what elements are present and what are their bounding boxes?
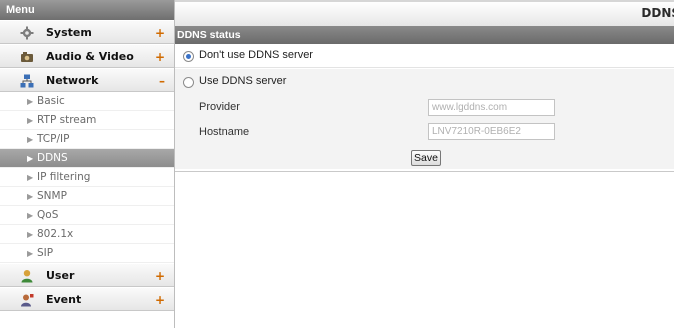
menu-header: Menu bbox=[0, 0, 174, 20]
event-icon bbox=[21, 294, 34, 307]
sidebar-item-audio-video[interactable]: Audio & Video + bbox=[0, 44, 174, 68]
triangle-right-icon: ▶ bbox=[27, 97, 34, 106]
user-icon bbox=[21, 270, 33, 283]
provider-label: Provider bbox=[199, 101, 240, 113]
sidebar-subitem-label: RTP stream bbox=[37, 114, 97, 126]
sidebar-item-event[interactable]: Event + bbox=[0, 287, 174, 311]
sidebar-subitem-label: Basic bbox=[37, 95, 65, 107]
option-row-no-ddns: Don't use DDNS server bbox=[175, 44, 674, 68]
sidebar-subitem-tcp-ip[interactable]: ▶ TCP/IP bbox=[0, 130, 174, 149]
hostname-input[interactable] bbox=[428, 123, 555, 140]
radio-dont-use-ddns[interactable] bbox=[183, 51, 194, 62]
sidebar-subitem-label: IP filtering bbox=[37, 171, 91, 183]
main-content: DDNS DDNS status Don't use DDNS server U… bbox=[175, 0, 674, 328]
sidebar-subitem-snmp[interactable]: ▶ SNMP bbox=[0, 187, 174, 206]
expand-toggle[interactable]: + bbox=[155, 288, 165, 312]
triangle-right-icon: ▶ bbox=[27, 230, 34, 239]
sidebar-subitem-basic[interactable]: ▶ Basic bbox=[0, 92, 174, 111]
sidebar-subitem-label: 802.1x bbox=[37, 228, 74, 240]
radio-use-ddns[interactable] bbox=[183, 77, 194, 88]
expand-toggle[interactable]: + bbox=[155, 21, 165, 45]
sidebar-item-system[interactable]: System + bbox=[0, 20, 174, 44]
sidebar-item-network[interactable]: Network – bbox=[0, 68, 174, 92]
sidebar-subitem-qos[interactable]: ▶ QoS bbox=[0, 206, 174, 225]
triangle-right-icon: ▶ bbox=[27, 249, 34, 258]
hostname-label: Hostname bbox=[199, 126, 250, 138]
sidebar-subitem-sip[interactable]: ▶ SIP bbox=[0, 244, 174, 263]
option-label: Use DDNS server bbox=[199, 75, 287, 87]
section-header: DDNS status bbox=[175, 26, 674, 44]
sidebar-subitem-label: TCP/IP bbox=[37, 133, 70, 145]
sidebar-subitem-ip-filtering[interactable]: ▶ IP filtering bbox=[0, 168, 174, 187]
sidebar-subitem-802-1x[interactable]: ▶ 802.1x bbox=[0, 225, 174, 244]
expand-toggle[interactable]: + bbox=[155, 45, 165, 69]
sidebar-item-user[interactable]: User + bbox=[0, 263, 174, 287]
triangle-right-icon: ▶ bbox=[27, 192, 34, 201]
sidebar-item-label: Network bbox=[46, 74, 99, 87]
camera-icon bbox=[21, 52, 33, 62]
sidebar-subitem-ddns[interactable]: ▶ DDNS bbox=[0, 149, 174, 168]
save-button[interactable]: Save bbox=[411, 150, 441, 166]
triangle-right-icon: ▶ bbox=[27, 154, 34, 163]
sidebar-item-label: User bbox=[46, 269, 75, 282]
network-icon bbox=[20, 74, 34, 88]
collapse-toggle[interactable]: – bbox=[159, 69, 165, 93]
sidebar-subitem-label: DDNS bbox=[37, 152, 68, 164]
sidebar-item-label: Audio & Video bbox=[46, 50, 134, 63]
triangle-right-icon: ▶ bbox=[27, 116, 34, 125]
bottom-divider bbox=[175, 171, 674, 172]
sidebar-menu: Menu System + Audio & Video + Network – … bbox=[0, 0, 175, 328]
sidebar-subitem-label: QoS bbox=[37, 209, 59, 221]
option-label: Don't use DDNS server bbox=[199, 49, 313, 61]
triangle-right-icon: ▶ bbox=[27, 211, 34, 220]
sidebar-item-label: System bbox=[46, 26, 92, 39]
gear-icon bbox=[20, 26, 34, 40]
provider-input[interactable] bbox=[428, 99, 555, 116]
sidebar-subitem-rtp-stream[interactable]: ▶ RTP stream bbox=[0, 111, 174, 130]
sidebar-item-label: Event bbox=[46, 293, 82, 306]
sidebar-subitem-label: SIP bbox=[37, 247, 54, 259]
triangle-right-icon: ▶ bbox=[27, 135, 34, 144]
expand-toggle[interactable]: + bbox=[155, 264, 165, 288]
page-title-bar: DDNS bbox=[175, 2, 674, 27]
triangle-right-icon: ▶ bbox=[27, 173, 34, 182]
sidebar-subitem-label: SNMP bbox=[37, 190, 67, 202]
page-title: DDNS bbox=[641, 6, 674, 20]
